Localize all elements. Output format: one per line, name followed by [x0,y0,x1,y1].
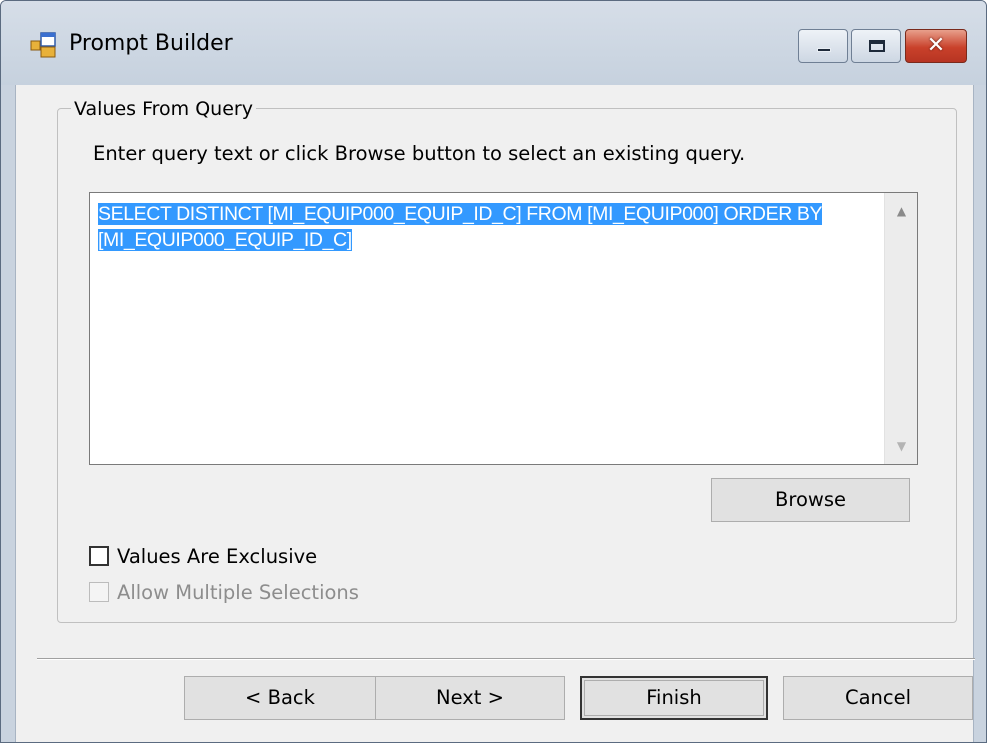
checkbox-box-disabled [89,582,109,602]
maximize-button[interactable] [851,29,901,63]
cancel-button[interactable]: Cancel [783,676,973,720]
instruction-text: Enter query text or click Browse button … [93,142,746,165]
values-from-query-group: Values From Query Enter query text or cl… [57,97,957,623]
group-legend: Values From Query [71,97,256,121]
query-text-area[interactable]: SELECT DISTINCT [MI_EQUIP000_EQUIP_ID_C]… [89,192,918,465]
next-button[interactable]: Next > [375,676,565,720]
dialog-client-area: Values From Query Enter query text or cl… [15,85,975,742]
footer-separator [37,658,975,660]
close-button[interactable]: ✕ [905,29,967,63]
title-bar[interactable]: Prompt Builder ✕ [1,1,986,85]
checkbox-label-disabled: Allow Multiple Selections [117,581,359,604]
back-button[interactable]: < Back [184,676,376,720]
app-window-icon [30,32,56,58]
query-vertical-scrollbar[interactable]: ▲ ▼ [884,193,917,464]
finish-button[interactable]: Finish [580,676,768,720]
minimize-button[interactable] [798,29,848,63]
allow-multiple-checkbox: Allow Multiple Selections [89,580,389,606]
scroll-down-icon[interactable]: ▼ [885,434,918,458]
minimize-icon [817,48,831,52]
browse-button[interactable]: Browse [711,478,910,522]
values-exclusive-checkbox[interactable]: Values Are Exclusive [89,544,349,570]
checkbox-label: Values Are Exclusive [117,545,318,568]
close-icon: ✕ [926,33,946,58]
query-text-content[interactable]: SELECT DISTINCT [MI_EQUIP000_EQUIP_ID_C]… [98,201,880,253]
prompt-builder-window: Prompt Builder ✕ Values From Query Enter… [0,0,987,743]
scroll-up-icon[interactable]: ▲ [885,199,918,223]
maximize-icon [869,40,885,52]
window-title: Prompt Builder [69,31,233,56]
query-selected-text: SELECT DISTINCT [MI_EQUIP000_EQUIP_ID_C]… [98,203,823,251]
checkbox-box[interactable] [89,546,109,566]
